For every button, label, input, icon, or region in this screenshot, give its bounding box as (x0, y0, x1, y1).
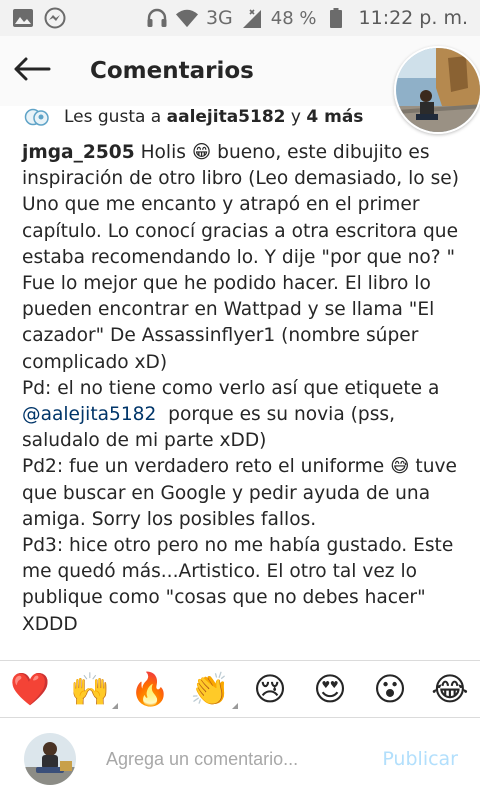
likes-connector: y (290, 107, 301, 127)
page-title: Comentarios (90, 58, 254, 84)
likes-summary[interactable]: Les gusta a aalejita5182 y 4 más (0, 106, 480, 128)
comment-composer: Publicar (0, 718, 480, 800)
emoji-heart-button[interactable]: ❤️ (8, 667, 52, 711)
emoji-heart-eyes-button[interactable]: 😍 (308, 667, 352, 711)
network-type: 3G (205, 7, 233, 29)
back-button[interactable] (0, 36, 64, 106)
emoji-surprised-face-button[interactable]: 😮 (368, 667, 412, 711)
signal-icon (241, 7, 263, 29)
header: Comentarios (0, 36, 480, 134)
gallery-icon (12, 7, 34, 29)
comment-text-part2: porque es su novia (pss, saludalo de mi … (22, 404, 457, 635)
wifi-icon (175, 7, 198, 29)
caption-comment: jmga_2505 Holis 😁 bueno, este dibujito e… (0, 128, 480, 638)
emoji-fire-button[interactable]: 🔥 (128, 667, 172, 711)
arrow-left-icon (13, 57, 51, 85)
comment-mention-link[interactable]: @aalejita5182 (22, 404, 156, 425)
emoji-raising-hands-button[interactable]: 🙌 (68, 667, 118, 711)
likes-prefix: Les gusta a (64, 107, 162, 127)
status-bar: 3G 48 % 11:22 p. m. (0, 0, 480, 36)
headphones-icon (146, 7, 168, 29)
likes-user-link[interactable]: aalejita5182 (167, 107, 286, 127)
comment-username[interactable]: jmga_2505 (22, 142, 135, 163)
comments-content: Les gusta a aalejita5182 y 4 más jmga_25… (0, 106, 480, 638)
clock: 11:22 p. m. (358, 7, 468, 29)
emoji-clapping-hands-button[interactable]: 👏 (188, 667, 238, 711)
emoji-quick-bar: ❤️ 🙌 🔥 👏 😢 😍 😮 😂 (0, 660, 480, 718)
messenger-icon (44, 7, 66, 29)
battery-percent: 48 % (270, 7, 317, 29)
emoji-crying-face-button[interactable]: 😢 (248, 667, 292, 711)
emoji-tears-of-joy-button[interactable]: 😂 (428, 667, 472, 711)
avatar (24, 733, 76, 785)
publish-button[interactable]: Publicar (382, 748, 458, 770)
liked-by-avatars-icon (24, 108, 50, 126)
likes-more-link[interactable]: 4 más (306, 107, 363, 127)
comment-input[interactable] (106, 739, 383, 779)
comment-text-part1: Holis 😁 bueno, este dibujito es inspirac… (22, 142, 459, 399)
battery-icon (325, 7, 347, 29)
